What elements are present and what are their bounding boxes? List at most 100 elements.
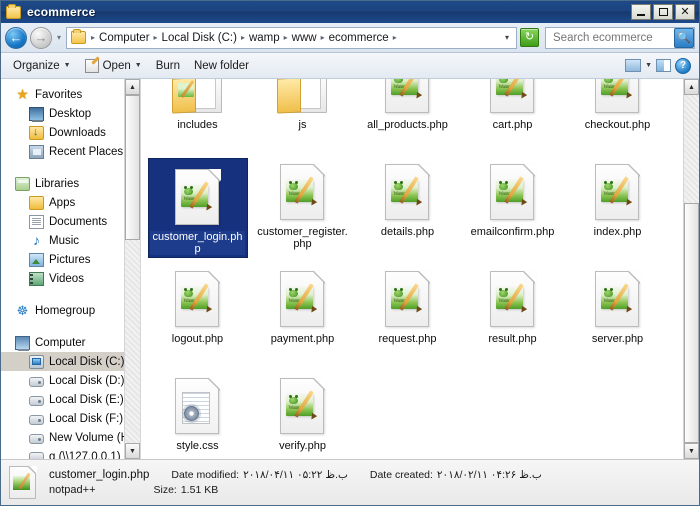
details-size-label: Size:: [153, 484, 177, 496]
thumb: [170, 79, 226, 115]
computer-icon: [15, 335, 30, 351]
sidebar-item-label: Apps: [49, 196, 76, 209]
documents-icon: [29, 214, 44, 229]
search-box[interactable]: 🔍: [545, 26, 695, 49]
refresh-button[interactable]: ↻: [520, 28, 539, 47]
sidebar-item-favorites[interactable]: ★ Favorites: [1, 85, 140, 104]
php-file-icon: Wamp: [489, 271, 536, 329]
maximize-button[interactable]: [653, 4, 673, 20]
sidebar-item-network-drive-v[interactable]: g (\\127.0.0.1) (V:: [1, 447, 140, 459]
file-item-request-php[interactable]: Wamp request.php: [355, 261, 460, 368]
sidebar-item-label: Favorites: [35, 88, 83, 101]
help-icon[interactable]: ?: [675, 57, 691, 74]
burn-button[interactable]: Burn: [150, 57, 186, 75]
sidebar-item-new-volume-h[interactable]: New Volume (H:): [1, 428, 140, 447]
file-name-label: js: [298, 119, 307, 131]
sidebar-item-computer[interactable]: Computer: [1, 333, 140, 352]
css-file-icon: [174, 378, 221, 436]
file-item-details-php[interactable]: Wamp details.php: [355, 154, 460, 261]
breadcrumb-item-wamp[interactable]: wamp: [247, 32, 282, 44]
breadcrumb-item-www[interactable]: www: [290, 32, 319, 44]
file-item-result-php[interactable]: Wamp result.php: [460, 261, 565, 368]
sidebar-item-local-disk-d[interactable]: Local Disk (D:): [1, 371, 140, 390]
forward-button[interactable]: →: [30, 26, 52, 49]
sidebar-item-libraries[interactable]: Libraries: [1, 174, 140, 193]
sidebar-item-downloads[interactable]: Downloads: [1, 123, 140, 142]
sidebar-item-music[interactable]: ♪ Music: [1, 231, 140, 250]
sidebar-item-homegroup[interactable]: ☸ Homegroup: [1, 301, 140, 320]
minimize-button[interactable]: [631, 4, 651, 20]
thumb: [275, 79, 331, 115]
file-item-verify-php[interactable]: Wamp verify.php: [250, 368, 355, 459]
sidebar-item-recent-places[interactable]: Recent Places: [1, 142, 140, 161]
nav-group-favorites: ★ Favorites Desktop Downloads Recent Pla…: [1, 85, 140, 161]
file-item-customer-login-php[interactable]: Wamp customer_login.php: [145, 154, 250, 261]
navigation-pane: ★ Favorites Desktop Downloads Recent Pla…: [1, 79, 141, 459]
organize-button[interactable]: Organize ▼: [7, 57, 77, 75]
drive-icon: [29, 414, 44, 425]
sidebar-item-label: Local Disk (E:): [49, 393, 124, 406]
file-item-index-php[interactable]: Wamp index.php: [565, 154, 670, 261]
sidebar-item-pictures[interactable]: Pictures: [1, 250, 140, 269]
breadcrumb[interactable]: ▸ Computer ▸ Local Disk (C:) ▸ wamp ▸ ww…: [66, 26, 517, 49]
preview-pane-icon[interactable]: [625, 59, 642, 72]
file-item-customer-register-php[interactable]: Wamp customer_register.php: [250, 154, 355, 261]
sidebar-scroll-down-button[interactable]: ▼: [125, 443, 140, 459]
breadcrumb-item-computer[interactable]: Computer: [97, 32, 152, 44]
sidebar-scroll-up-button[interactable]: ▲: [125, 79, 140, 95]
file-item-includes[interactable]: includes: [145, 79, 250, 154]
breadcrumb-dropdown-icon[interactable]: ▾: [503, 33, 514, 42]
file-item-logout-php[interactable]: Wamp logout.php: [145, 261, 250, 368]
file-name-label: index.php: [593, 226, 642, 238]
file-scroll-thumb[interactable]: [684, 203, 699, 443]
file-scroll-up-button[interactable]: ▲: [684, 79, 699, 95]
recent-locations-chevron-icon[interactable]: ▾: [55, 33, 63, 42]
file-item-cart-php[interactable]: Wamp cart.php: [460, 79, 565, 154]
file-item-server-php[interactable]: Wamp server.php: [565, 261, 670, 368]
file-scroll-track[interactable]: [684, 95, 699, 443]
sidebar-item-apps[interactable]: Apps: [1, 193, 140, 212]
chevron-down-icon[interactable]: ▼: [645, 62, 652, 69]
file-scroll-down-button[interactable]: ▼: [684, 443, 699, 459]
details-date-created-label: Date created:: [369, 469, 433, 481]
file-name-label: verify.php: [279, 440, 326, 452]
sidebar-item-label: New Volume (H:): [49, 431, 136, 444]
breadcrumb-item-ecommerce[interactable]: ecommerce: [327, 32, 391, 44]
search-input[interactable]: [551, 30, 674, 45]
sidebar-item-desktop[interactable]: Desktop: [1, 104, 140, 123]
new-folder-button[interactable]: New folder: [188, 57, 255, 75]
file-item-payment-php[interactable]: Wamp payment.php: [250, 261, 355, 368]
breadcrumb-separator: ▸: [153, 33, 158, 42]
navigation-list: ★ Favorites Desktop Downloads Recent Pla…: [1, 79, 140, 459]
back-button[interactable]: ←: [5, 26, 27, 49]
sidebar-item-local-disk-c[interactable]: Local Disk (C:): [1, 352, 140, 371]
sidebar-scroll-track[interactable]: [125, 95, 140, 443]
sidebar-item-documents[interactable]: Documents: [1, 212, 140, 231]
search-icon[interactable]: 🔍: [674, 27, 694, 48]
file-item-emailconfirm-php[interactable]: Wamp emailconfirm.php: [460, 154, 565, 261]
explorer-window: ecommerce ✕ ← → ▾ ▸ Computer ▸ Local Dis…: [0, 0, 700, 506]
file-list-view[interactable]: includes js Wamp all_products.php Wamp c…: [141, 79, 699, 459]
file-item-js[interactable]: js: [250, 79, 355, 154]
file-name-label: style.css: [176, 440, 219, 452]
change-view-icon[interactable]: [656, 59, 671, 72]
file-name-label: logout.php: [171, 333, 224, 345]
sidebar-item-local-disk-e[interactable]: Local Disk (E:): [1, 390, 140, 409]
file-list-scrollbar[interactable]: ▲ ▼: [683, 79, 699, 459]
title-bar: ecommerce ✕: [1, 1, 699, 23]
file-item-style-css[interactable]: style.css: [145, 368, 250, 459]
open-button[interactable]: Open ▼: [79, 56, 148, 76]
file-item-all-products-php[interactable]: Wamp all_products.php: [355, 79, 460, 154]
breadcrumb-separator: ▸: [91, 33, 96, 42]
sidebar-item-label: Recent Places: [49, 145, 124, 158]
sidebar-item-local-disk-f[interactable]: Local Disk (F:): [1, 409, 140, 428]
music-note-icon: ♪: [33, 231, 40, 248]
close-button[interactable]: ✕: [675, 4, 695, 20]
sidebar-scroll-thumb[interactable]: [125, 95, 140, 240]
details-pane: customer_login.php Date modified: ۲۰۱۸/۰…: [1, 459, 699, 505]
breadcrumb-item-local-disk-c[interactable]: Local Disk (C:): [160, 32, 239, 44]
sidebar-item-videos[interactable]: Videos: [1, 269, 140, 288]
file-item-checkout-php[interactable]: Wamp checkout.php: [565, 79, 670, 154]
details-date-modified-value: ۲۰۱۸/۰۴/۱۱ ب.ظ ۰۵:۲۲: [243, 469, 348, 481]
sidebar-scrollbar[interactable]: ▲ ▼: [124, 79, 140, 459]
